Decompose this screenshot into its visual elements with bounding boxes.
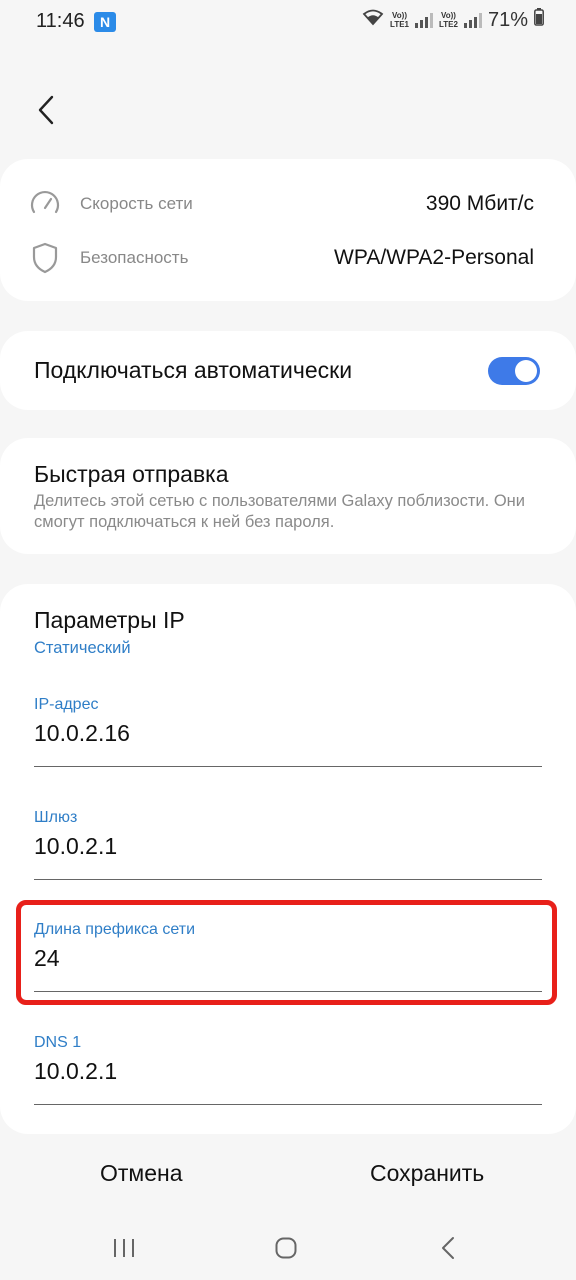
network-speed-value: 390 Мбит/с xyxy=(425,192,534,215)
home-icon xyxy=(275,1237,297,1259)
gateway-input[interactable]: 10.0.2.1 xyxy=(34,833,117,860)
battery-icon xyxy=(534,8,544,32)
auto-connect-row[interactable]: Подключаться автоматически xyxy=(34,331,540,410)
quick-share-description: Делитесь этой сетью с пользователями Gal… xyxy=(34,492,526,531)
status-icons: Vo)) LTE1 Vo)) LTE2 71% xyxy=(362,8,544,32)
dns1-input[interactable]: 10.0.2.1 xyxy=(34,1058,117,1085)
status-time: 11:46 xyxy=(36,10,85,32)
back-icon xyxy=(38,95,54,125)
recent-apps-button[interactable] xyxy=(104,1232,144,1264)
signal-bars-sim1-icon xyxy=(415,12,433,28)
quick-share-card[interactable]: Быстрая отправка Делитесь этой сетью с п… xyxy=(0,438,576,554)
network-speed-label: Скорость сети xyxy=(80,194,193,213)
auto-connect-label: Подключаться автоматически xyxy=(34,357,353,383)
sim1-lte-label: LTE1 xyxy=(390,20,409,29)
sim2-indicator: Vo)) LTE2 xyxy=(439,11,458,29)
network-speed-row: Скорость сети 390 Мбит/с xyxy=(28,184,534,224)
shield-icon xyxy=(28,241,62,275)
gateway-field[interactable]: Шлюз 10.0.2.1 xyxy=(34,809,542,880)
quick-share-title: Быстрая отправка xyxy=(34,461,229,487)
highlight-box xyxy=(16,900,557,1005)
recent-apps-icon xyxy=(114,1239,134,1257)
sim2-volte-label: Vo)) xyxy=(441,11,456,20)
ip-mode-value[interactable]: Статический xyxy=(34,639,131,658)
back-button[interactable] xyxy=(28,92,64,128)
speedometer-icon xyxy=(28,187,62,221)
auto-connect-card: Подключаться автоматически xyxy=(0,331,576,410)
cancel-button[interactable]: Отмена xyxy=(100,1160,183,1187)
screen: 11:46 N Vo)) LTE1 Vo)) LTE2 71% Скорость… xyxy=(0,0,576,1280)
navigation-bar xyxy=(0,1220,576,1280)
sim2-lte-label: LTE2 xyxy=(439,20,458,29)
signal-bars-sim2-icon xyxy=(463,12,482,28)
ip-address-field[interactable]: IP-адрес 10.0.2.16 xyxy=(34,696,542,767)
security-row: Безопасность WPA/WPA2-Personal xyxy=(28,238,534,278)
auto-connect-toggle[interactable] xyxy=(488,356,540,385)
ip-address-input[interactable]: 10.0.2.16 xyxy=(34,720,130,747)
battery-percent: 71% xyxy=(487,8,528,31)
status-bar: 11:46 N Vo)) LTE1 Vo)) LTE2 71% xyxy=(0,0,576,44)
nav-back-icon xyxy=(442,1237,454,1259)
nav-back-button[interactable] xyxy=(428,1232,468,1264)
ip-settings-title[interactable]: Параметры IP xyxy=(34,607,185,634)
gateway-label: Шлюз xyxy=(34,809,78,826)
toggle-knob xyxy=(515,359,537,382)
sim1-volte-label: Vo)) xyxy=(392,11,407,20)
dns1-label: DNS 1 xyxy=(34,1034,82,1051)
security-label: Безопасность xyxy=(80,248,189,267)
sim1-indicator: Vo)) LTE1 xyxy=(390,11,409,29)
wifi-icon xyxy=(362,8,384,32)
network-info-card: Скорость сети 390 Мбит/с Безопасность WP… xyxy=(0,159,576,301)
ip-settings-card: Параметры IP Статический IP-адрес 10.0.2… xyxy=(0,584,576,1134)
ip-address-label: IP-адрес xyxy=(34,696,99,713)
notification-app-icon: N xyxy=(94,12,116,32)
action-bar: Отмена Сохранить xyxy=(0,1148,576,1202)
save-button[interactable]: Сохранить xyxy=(370,1160,484,1187)
security-value: WPA/WPA2-Personal xyxy=(334,246,534,269)
dns1-field[interactable]: DNS 1 10.0.2.1 xyxy=(34,1034,542,1105)
home-button[interactable] xyxy=(266,1232,306,1264)
